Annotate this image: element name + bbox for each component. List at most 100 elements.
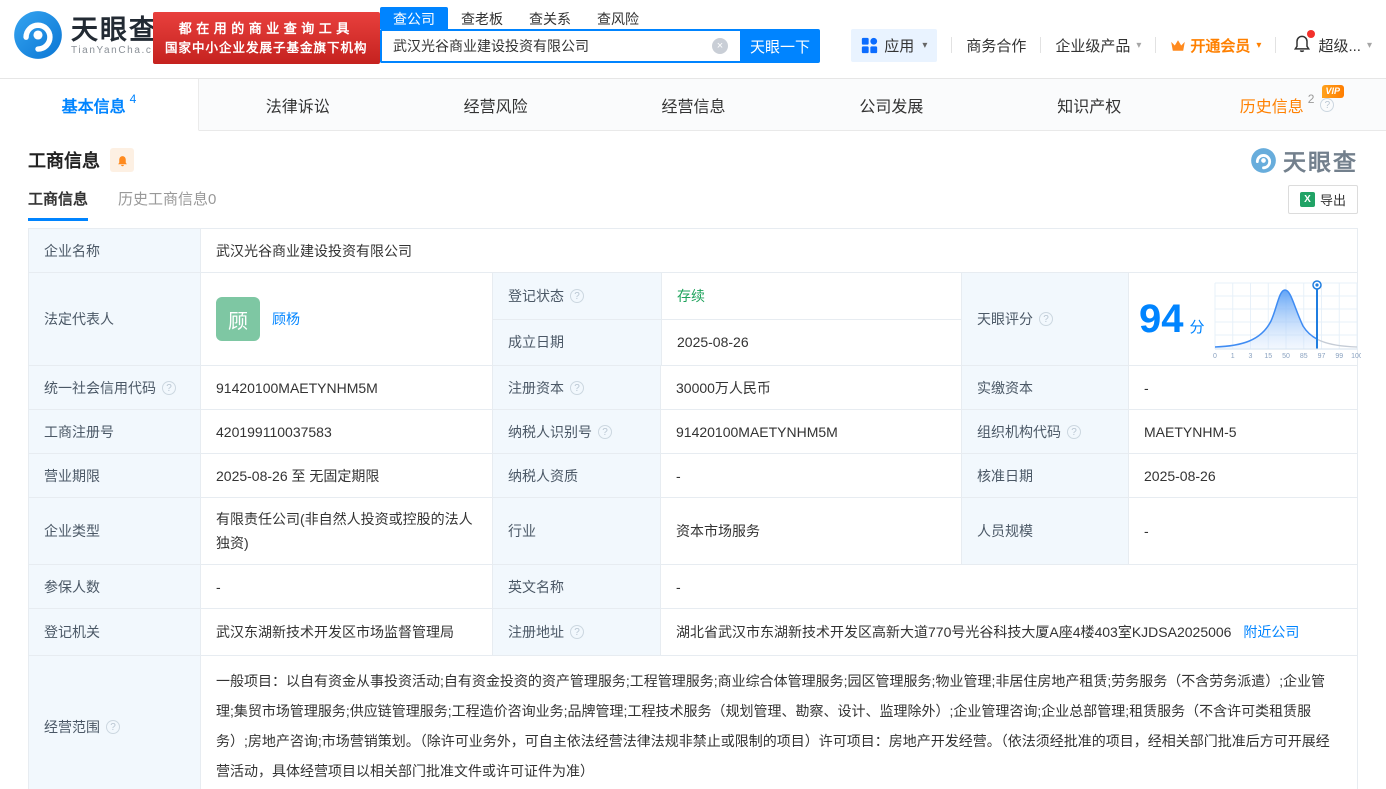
notification-dot [1307, 30, 1316, 38]
divider [951, 37, 953, 53]
field-label: 登记状态 ? [493, 273, 661, 319]
field-label: 注册资本 ? [492, 366, 660, 409]
company-tabbar: 基本信息 4 法律诉讼 经营风险 经营信息 公司发展 知识产权 VIP 历史信息… [0, 78, 1386, 131]
search-tab-risk[interactable]: 查风险 [584, 7, 652, 29]
english-name-value: - [660, 565, 1357, 608]
nav-open-vip[interactable]: 开通会员 ▾ [1170, 35, 1261, 56]
search-button[interactable]: 天眼一下 [740, 29, 820, 63]
nav-enterprise-products[interactable]: 企业级产品 ▾ [1055, 35, 1141, 56]
nav-cooperation[interactable]: 商务合作 [966, 35, 1026, 56]
score-value: 94 [1139, 297, 1184, 341]
tab-intellectual-property[interactable]: 知识产权 [990, 79, 1188, 130]
table-row: 统一社会信用代码 ? 91420100MAETYNHM5M 注册资本 ? 300… [29, 365, 1357, 409]
tianyancha-watermark: 天眼查 [1250, 143, 1358, 177]
reg-capital-value: 30000万人民币 [660, 366, 961, 409]
apps-dropdown[interactable]: 应用 ▾ [851, 28, 938, 62]
tianyancha-swirl-icon [14, 11, 62, 59]
vip-badge: VIP [1321, 85, 1345, 98]
monitor-bell-button[interactable] [110, 148, 134, 172]
help-icon[interactable]: ? [1039, 312, 1053, 326]
svg-text:97: 97 [1317, 353, 1325, 360]
help-icon[interactable]: ? [1320, 97, 1335, 112]
export-label: 导出 [1319, 193, 1346, 208]
help-icon[interactable]: ? [598, 424, 612, 439]
field-label: 参保人数 [29, 565, 200, 608]
enterprise-label: 企业级产品 [1055, 37, 1131, 55]
table-row: 营业期限 2025-08-26 至 无固定期限 纳税人资质 - 核准日期 202… [29, 453, 1357, 497]
caret-down-icon: ▾ [1256, 39, 1262, 51]
search-input[interactable] [380, 29, 740, 63]
field-label: 工商注册号 [29, 410, 200, 453]
help-icon[interactable]: ? [106, 720, 120, 734]
search-type-tabs: 查公司 查老板 查关系 查风险 [380, 7, 820, 29]
table-row: 登记机关 武汉东湖新技术开发区市场监督管理局 注册地址 ? 湖北省武汉市东湖新技… [29, 608, 1357, 655]
approval-date-value: 2025-08-26 [1128, 454, 1357, 497]
tab-history-info[interactable]: VIP 历史信息 2 ? [1188, 79, 1386, 130]
nav-super-vip[interactable]: 超级... ▾ [1318, 35, 1372, 56]
field-label: 成立日期 [493, 319, 661, 365]
help-icon[interactable]: ? [570, 625, 584, 639]
tab-operation-info[interactable]: 经营信息 [595, 79, 793, 130]
subtab-business-info[interactable]: 工商信息 [28, 188, 89, 221]
super-label: 超级... [1318, 37, 1361, 55]
score-unit: 分 [1189, 318, 1205, 336]
top-header: 天眼查 TianYanCha.com 都在用的商业查询工具 国家中小企业发展子基… [0, 0, 1386, 78]
search-tab-company[interactable]: 查公司 [380, 7, 448, 29]
field-label: 企业类型 [29, 498, 200, 564]
reg-address-value: 湖北省武汉市东湖新技术开发区高新大道770号光谷科技大厦A座4楼403室KJDS… [676, 624, 1232, 640]
tab-basic-info[interactable]: 基本信息 4 [0, 79, 199, 131]
search-tab-boss[interactable]: 查老板 [448, 7, 516, 29]
nearby-companies-link[interactable]: 附近公司 [1243, 624, 1299, 640]
avatar: 顾 [216, 297, 260, 341]
vip-label: 开通会员 [1190, 37, 1251, 55]
tab-count: 4 [129, 91, 137, 106]
tab-operation-risk[interactable]: 经营风险 [397, 79, 595, 130]
field-label: 天眼评分 ? [961, 273, 1128, 365]
caret-down-icon: ▾ [1366, 39, 1372, 51]
tab-legal-litigation[interactable]: 法律诉讼 [199, 79, 397, 130]
search-tab-relation[interactable]: 查关系 [516, 7, 584, 29]
tab-company-development[interactable]: 公司发展 [792, 79, 990, 130]
search-area: 查公司 查老板 查关系 查风险 × 天眼一下 [380, 7, 820, 63]
field-label: 纳税人识别号 ? [492, 410, 660, 453]
legal-rep-link[interactable]: 顾杨 [272, 309, 300, 329]
field-label: 企业名称 [29, 229, 200, 272]
business-info-table: 企业名称 武汉光谷商业建设投资有限公司 法定代表人 顾 顾杨 登记状态 ? 存续… [28, 228, 1361, 789]
industry-value: 资本市场服务 [660, 498, 961, 564]
subtab-history-business-info[interactable]: 历史工商信息0 [118, 188, 216, 221]
table-row: 法定代表人 顾 顾杨 登记状态 ? 存续 成立日期 2025-08-26 天眼评… [29, 272, 1361, 365]
clear-search-icon[interactable]: × [712, 38, 728, 54]
export-button[interactable]: X 导出 [1288, 185, 1358, 214]
credit-code-value: 91420100MAETYNHM5M [200, 366, 492, 409]
reg-status-value: 存续 [661, 273, 962, 319]
field-label: 统一社会信用代码 ? [29, 366, 200, 409]
table-row: 工商注册号 420199110037583 纳税人识别号 ? 91420100M… [29, 409, 1357, 453]
notifications-bell[interactable] [1292, 30, 1316, 57]
legal-rep-cell: 顾 顾杨 [200, 273, 492, 365]
establish-date-value: 2025-08-26 [661, 319, 962, 365]
watermark-text: 天眼查 [1283, 149, 1358, 175]
tianyancha-company-page: 天眼查 TianYanCha.com 都在用的商业查询工具 国家中小企业发展子基… [0, 0, 1386, 789]
staff-size-value: - [1128, 498, 1357, 564]
subtab-label: 历史工商信息 [118, 191, 209, 208]
bell-icon [117, 155, 127, 166]
help-icon[interactable]: ? [162, 380, 176, 395]
caret-down-icon: ▾ [1136, 39, 1142, 51]
svg-text:0: 0 [1213, 353, 1217, 360]
slogan-line2: 国家中小企业发展子基金旗下机构 [165, 41, 368, 55]
field-label: 组织机构代码 ? [961, 410, 1128, 453]
table-row: 企业类型 有限责任公司(非自然人投资或控股的法人独资) 行业 资本市场服务 人员… [29, 497, 1357, 564]
tab-label: 基本信息 [61, 98, 126, 116]
field-label: 营业期限 [29, 454, 200, 497]
table-row: 经营范围 ? 一般项目：以自有资金从事投资活动;自有资金投资的资产管理服务;工程… [29, 655, 1357, 789]
table-row: 参保人数 - 英文名称 - [29, 564, 1357, 608]
help-icon[interactable]: ? [1067, 424, 1081, 439]
field-label: 注册地址 ? [492, 609, 660, 655]
paid-capital-value: - [1128, 366, 1357, 409]
tianyancha-logo[interactable]: 天眼查 TianYanCha.com [12, 9, 170, 61]
svg-text:100: 100 [1351, 353, 1361, 360]
help-icon[interactable]: ? [570, 380, 584, 395]
taxpayer-id-value: 91420100MAETYNHM5M [660, 410, 961, 453]
help-icon[interactable]: ? [570, 288, 584, 303]
divider [1155, 37, 1157, 53]
